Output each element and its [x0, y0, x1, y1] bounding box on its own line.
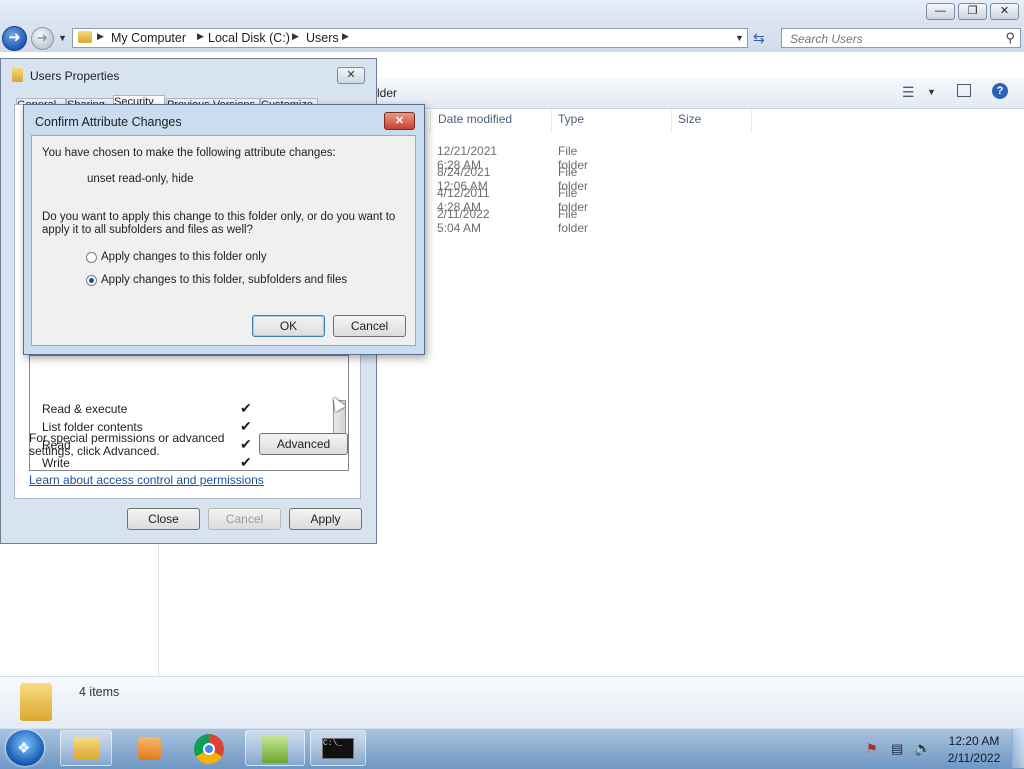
close-icon: ✕ [394, 115, 405, 127]
network-icon[interactable]: ▤ [891, 741, 903, 757]
column-divider [751, 110, 752, 132]
help-icon[interactable]: ? [992, 83, 1008, 99]
breadcrumb-users[interactable]: Users [306, 31, 339, 45]
option-folder-only-label[interactable]: Apply changes to this folder only [101, 251, 267, 263]
view-dropdown-icon[interactable]: ▼ [927, 87, 936, 97]
search-box[interactable]: ⚲ [781, 28, 1021, 48]
properties-close-button[interactable]: ✕ [337, 67, 365, 84]
address-dropdown-icon[interactable]: ▼ [735, 33, 744, 43]
media-player-icon[interactable] [138, 737, 161, 760]
breadcrumb-separator-icon[interactable]: ▶ [197, 31, 204, 42]
command-prompt-icon: C:\_ [322, 738, 354, 759]
breadcrumb-separator-icon[interactable]: ▶ [292, 31, 299, 42]
search-input[interactable] [788, 30, 1002, 48]
clock-date[interactable]: 2/11/2022 [944, 751, 1004, 765]
column-header-size[interactable]: Size [678, 112, 701, 132]
notepad-plus-icon [262, 735, 288, 763]
column-divider [551, 110, 552, 132]
search-icon[interactable]: ⚲ [1005, 30, 1015, 46]
details-pane: 4 items [0, 676, 1024, 729]
confirm-intro: You have chosen to make the following at… [42, 147, 336, 159]
option-apply-all-label[interactable]: Apply changes to this folder, subfolders… [101, 274, 347, 286]
close-window-button[interactable]: ✕ [990, 3, 1019, 20]
check-icon: ✔ [240, 400, 252, 416]
show-desktop-button[interactable] [1012, 729, 1024, 768]
taskbar-explorer[interactable] [60, 730, 112, 766]
folder-icon [73, 737, 100, 759]
row-type: File folder [558, 207, 589, 235]
confirm-close-button[interactable]: ✕ [384, 112, 415, 130]
ok-button[interactable]: OK [252, 315, 325, 337]
radio-folder-only[interactable] [86, 252, 97, 263]
close-icon: ✕ [346, 69, 356, 81]
forward-arrow-icon: ➜ [37, 30, 48, 45]
taskbar-cmd[interactable]: C:\_ [310, 730, 366, 766]
folder-icon [78, 31, 92, 43]
radio-apply-all[interactable] [86, 275, 97, 286]
folder-icon [20, 683, 52, 721]
explorer-titlebar [0, 0, 1024, 26]
address-bar[interactable]: ▶ My Computer ▶ Local Disk (C:) ▶ Users … [72, 28, 748, 48]
back-arrow-icon: ➜ [8, 29, 21, 46]
advanced-button[interactable]: Advanced [259, 433, 348, 455]
chrome-center-icon [203, 743, 215, 755]
restore-button[interactable]: ❐ [958, 3, 987, 20]
restore-icon: ❐ [967, 5, 978, 17]
properties-title: Users Properties [30, 69, 120, 83]
confirm-question: Do you want to apply this change to this… [42, 211, 396, 236]
breadcrumb-separator-icon[interactable]: ▶ [342, 31, 349, 42]
volume-icon[interactable]: 🔈 [914, 740, 931, 757]
cancel-button[interactable]: Cancel [208, 508, 281, 530]
action-center-icon[interactable]: ⚑ [866, 741, 878, 757]
windows-logo-icon: ❖ [17, 740, 31, 757]
breadcrumb-my-computer[interactable]: My Computer [111, 31, 186, 45]
confirm-title: Confirm Attribute Changes [35, 115, 182, 129]
breadcrumb-separator-icon[interactable]: ▶ [97, 31, 104, 42]
learn-more-link[interactable]: Learn about access control and permissio… [29, 473, 264, 487]
row-date: 2/11/2022 5:04 AM [437, 207, 490, 235]
confirm-dialog: Confirm Attribute Changes ✕ You have cho… [23, 104, 425, 355]
recent-pages-chevron-icon[interactable]: ▼ [58, 33, 67, 43]
refresh-icon[interactable]: ⇆ [753, 30, 765, 47]
start-button[interactable]: ❖ [6, 730, 44, 766]
view-options-icon[interactable]: ☰ [902, 84, 915, 101]
taskbar-notepadpp[interactable] [245, 730, 305, 766]
minimize-button[interactable]: — [926, 3, 955, 20]
apply-button[interactable]: Apply [289, 508, 362, 530]
preview-pane-icon[interactable] [957, 84, 971, 97]
permission-write: Write [42, 456, 70, 470]
column-divider [430, 110, 431, 132]
back-button[interactable]: ➜ [2, 26, 27, 51]
chrome-icon[interactable] [194, 734, 224, 764]
toolbar-new-folder-label[interactable]: lder [377, 86, 397, 100]
confirm-changes: unset read-only, hide [87, 173, 194, 185]
permission-read-execute: Read & execute [42, 402, 128, 416]
column-divider [671, 110, 672, 132]
folder-icon [12, 68, 23, 82]
column-header-type[interactable]: Type [558, 112, 584, 132]
item-count: 4 items [79, 685, 120, 699]
minimize-icon: — [935, 5, 946, 17]
close-icon: ✕ [999, 5, 1010, 17]
clock-time[interactable]: 12:20 AM [947, 734, 1001, 748]
close-button[interactable]: Close [127, 508, 200, 530]
special-permissions-text: For special permissions or advanced sett… [29, 431, 225, 458]
confirm-body: You have chosen to make the following at… [31, 135, 416, 346]
column-header-date-modified[interactable]: Date modified [438, 112, 512, 132]
confirm-cancel-button[interactable]: Cancel [333, 315, 406, 337]
breadcrumb-local-disk[interactable]: Local Disk (C:) [208, 31, 290, 45]
forward-button[interactable]: ➜ [31, 27, 54, 50]
